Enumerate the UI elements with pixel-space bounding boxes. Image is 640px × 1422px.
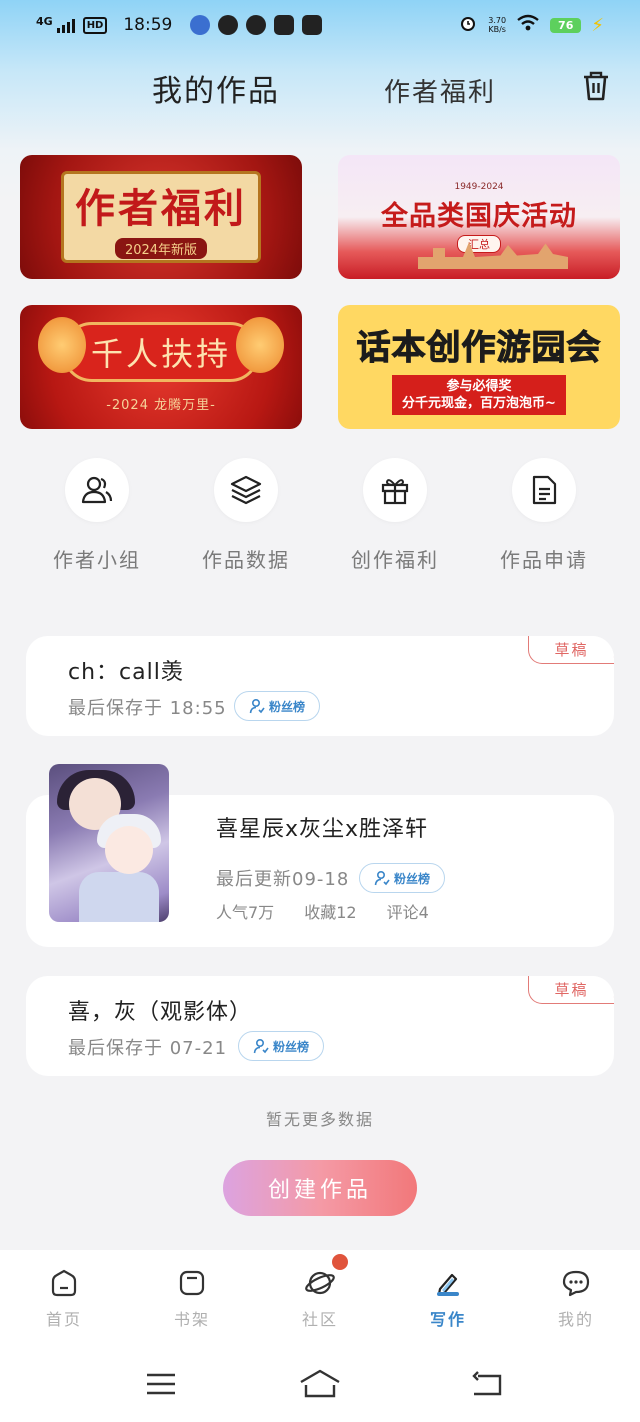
work-stats: 人气7万 收藏12 评论4 (216, 899, 429, 923)
quick-link-label: 创作福利 (351, 548, 439, 572)
comments-count: 评论4 (386, 903, 429, 922)
banner-subtitle: 汇总 (457, 234, 501, 253)
lantern-icon (236, 317, 284, 373)
draft-badge: 草稿 (528, 976, 614, 1004)
nav-home[interactable]: 首页 (24, 1268, 104, 1330)
chat-icon (562, 1270, 590, 1297)
notification-dot (332, 1254, 348, 1270)
fans-ranking-label: 粉丝榜 (269, 699, 306, 714)
gift-icon (363, 458, 427, 522)
user-icon (374, 870, 390, 886)
lantern-icon (38, 317, 86, 373)
home-icon (51, 1269, 77, 1297)
app-notification-icon (190, 15, 211, 35)
work-saved-time: 最后保存于 07-21 (68, 1038, 228, 1059)
popularity-count: 人气7万 (216, 903, 275, 922)
banner-title: 千人扶持 (61, 321, 260, 382)
pen-icon (437, 1273, 459, 1296)
banner-subtitle: 参与必得奖 分千元现金，百万泡泡币~ (392, 374, 566, 415)
document-icon (512, 458, 576, 522)
work-title: ch：call羡 (68, 660, 184, 685)
nav-community[interactable]: 社区 (280, 1268, 360, 1330)
user-icon (253, 1038, 269, 1054)
tab-my-works[interactable]: 我的作品 (152, 66, 280, 110)
page-header: 我的作品 作者福利 (0, 58, 640, 118)
quick-link-work-application[interactable]: 作品申请 (479, 458, 609, 573)
clock: 18:59 (123, 15, 173, 35)
quick-link-label: 作者小组 (53, 548, 141, 572)
user-icon (249, 698, 265, 714)
nav-writing[interactable]: 写作 (408, 1268, 488, 1330)
banner-author-benefits[interactable]: 作者福利 2024年新版 (20, 155, 302, 279)
banner-national-day[interactable]: 1949-2024 全品类国庆活动 汇总 (338, 155, 620, 279)
nav-label: 首页 (45, 1310, 82, 1329)
quick-link-author-group[interactable]: 作者小组 (32, 458, 162, 573)
banner-years: 1949-2024 (454, 181, 504, 192)
planet-icon (305, 1271, 335, 1295)
banner-creation-fair[interactable]: 话本创作游园会 参与必得奖 分千元现金，百万泡泡币~ (338, 305, 620, 429)
hd-badge: HD (82, 16, 108, 34)
tab-author-benefits[interactable]: 作者福利 (384, 72, 496, 109)
banner-title: 作者福利 (75, 185, 247, 232)
quick-link-creation-benefits[interactable]: 创作福利 (330, 458, 460, 573)
nav-profile[interactable]: 我的 (536, 1268, 616, 1330)
network-label: 4G (36, 14, 53, 28)
banner-thousand-support[interactable]: 千人扶持 -2024 龙腾万里- (20, 305, 302, 429)
charging-icon: ⚡ (591, 14, 604, 36)
nav-bookshelf[interactable]: 书架 (152, 1268, 232, 1330)
trash-icon[interactable] (578, 68, 614, 104)
work-updated-time: 最后更新09-18 (216, 869, 350, 890)
draft-badge: 草稿 (528, 636, 614, 664)
menu-icon[interactable] (144, 1370, 178, 1402)
alarm-icon (458, 13, 478, 38)
work-title: 喜，灰（观影体） (68, 1000, 253, 1025)
mail-notification-icon (302, 15, 323, 35)
mail-notification-icon (274, 15, 295, 35)
work-title: 喜星辰x灰尘x胜泽轩 (216, 817, 429, 842)
battery-indicator: 76 (550, 17, 582, 33)
nav-label: 书架 (173, 1310, 210, 1329)
camera-notification-icon (246, 15, 267, 35)
work-card[interactable]: 草稿 喜，灰（观影体） 最后保存于 07-21 粉丝榜 (26, 976, 614, 1076)
work-cover-image[interactable] (49, 764, 169, 922)
fans-ranking-button[interactable]: 粉丝榜 (359, 863, 446, 893)
fans-ranking-label: 粉丝榜 (394, 871, 431, 886)
layers-icon (214, 458, 278, 522)
banner-scroll: 作者福利 2024年新版 (61, 171, 261, 263)
fans-ranking-button[interactable]: 粉丝榜 (238, 1031, 325, 1061)
fans-ranking-label: 粉丝榜 (273, 1039, 310, 1054)
nav-label: 社区 (301, 1310, 338, 1329)
banner-subtitle: 2024年新版 (114, 237, 208, 259)
quick-link-label: 作品申请 (500, 548, 588, 572)
work-saved-time: 最后保存于 18:55 (68, 698, 227, 719)
bookshelf-icon (179, 1270, 205, 1296)
wifi-icon (516, 14, 540, 37)
quick-link-work-data[interactable]: 作品数据 (181, 458, 311, 573)
banner-subtitle: -2024 龙腾万里- (106, 397, 216, 413)
system-navigation-bar (0, 1346, 640, 1422)
create-work-button[interactable]: 创建作品 (223, 1160, 417, 1216)
nav-label: 写作 (429, 1310, 466, 1329)
status-bar: 4G HD 18:59 3.70 KB/s 76 ⚡ (0, 0, 640, 50)
work-card[interactable]: 草稿 ch：call羡 最后保存于 18:55 粉丝榜 (26, 636, 614, 736)
home-button-icon[interactable] (298, 1368, 342, 1404)
users-icon (65, 458, 129, 522)
back-icon[interactable] (470, 1370, 504, 1402)
quick-link-label: 作品数据 (202, 548, 290, 572)
banner-title: 话本创作游园会 (356, 327, 602, 368)
network-speed: 3.70 KB/s (488, 16, 507, 34)
favorites-count: 收藏12 (304, 903, 357, 922)
nav-label: 我的 (557, 1310, 594, 1329)
banner-title: 全品类国庆活动 (381, 200, 577, 232)
signal-icon (56, 17, 75, 33)
no-more-data-text: 暂无更多数据 (265, 1110, 374, 1129)
fans-ranking-button[interactable]: 粉丝榜 (234, 691, 321, 721)
bottom-navigation: 首页 书架 社区 写作 我的 (0, 1250, 640, 1346)
message-notification-icon (218, 15, 239, 35)
